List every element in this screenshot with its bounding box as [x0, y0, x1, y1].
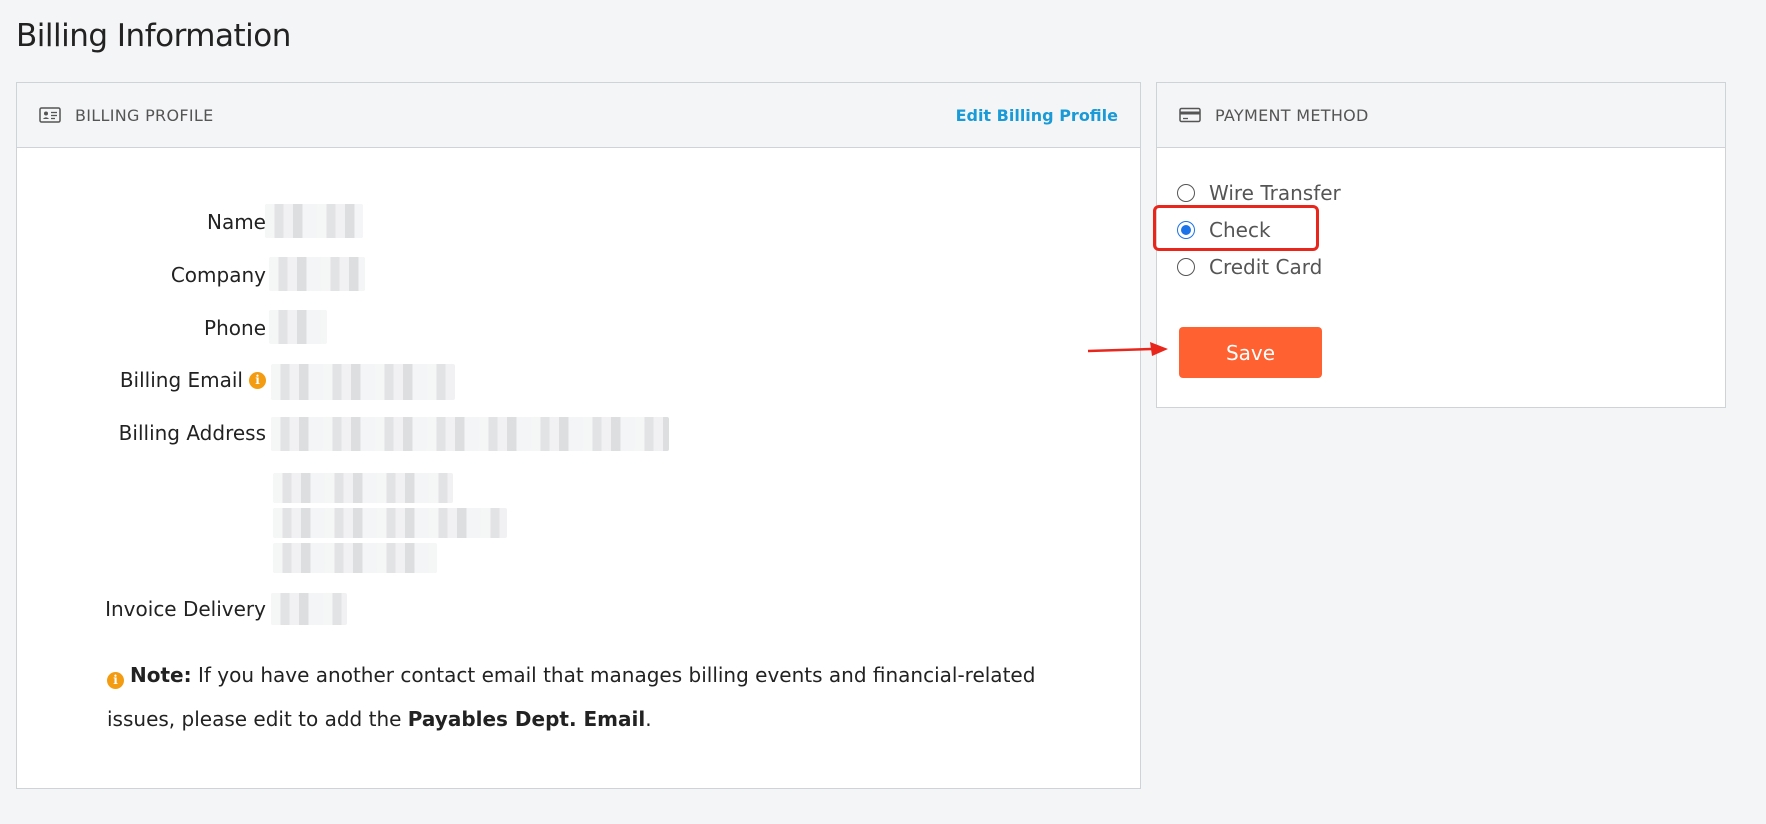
billing-address-label: Billing Address — [118, 421, 266, 445]
note-suffix: . — [645, 707, 652, 731]
invoice-delivery-label: Invoice Delivery — [105, 597, 266, 621]
radio-credit-card[interactable]: Credit Card — [1177, 255, 1322, 279]
radio-button[interactable] — [1177, 258, 1195, 276]
billing-profile-panel: BILLING PROFILE Edit Billing Profile Nam… — [16, 82, 1141, 789]
payment-method-panel: PAYMENT METHOD Wire Transfer Check Credi… — [1153, 82, 1726, 408]
credit-card-icon — [1179, 107, 1201, 123]
billing-profile-header: BILLING PROFILE Edit Billing Profile — [17, 83, 1140, 148]
billing-address-line-2-redacted — [273, 473, 453, 503]
note-prefix: Note: — [130, 663, 192, 687]
billing-profile-title: BILLING PROFILE — [75, 105, 214, 125]
billing-address-line-3-redacted — [273, 508, 507, 538]
company-label: Company — [170, 263, 266, 287]
billing-address-line-4-redacted — [273, 543, 437, 573]
name-value-redacted — [265, 204, 363, 238]
name-label: Name — [206, 210, 266, 234]
radio-check[interactable]: Check — [1177, 218, 1271, 242]
page-title: Billing Information — [16, 18, 291, 54]
note-info-icon: i — [107, 671, 124, 689]
billing-note: i Note: If you have another contact email… — [107, 653, 1107, 741]
phone-label: Phone — [204, 316, 266, 340]
radio-button-selected[interactable] — [1177, 221, 1195, 239]
radio-wire-transfer[interactable]: Wire Transfer — [1177, 181, 1341, 205]
billing-email-label: Billing Email i — [120, 368, 266, 392]
phone-value-redacted — [269, 310, 327, 344]
payment-method-header: PAYMENT METHOD — [1157, 83, 1725, 148]
id-card-icon — [39, 107, 61, 123]
edit-billing-profile-link[interactable]: Edit Billing Profile — [956, 106, 1118, 125]
save-button[interactable]: Save — [1179, 327, 1322, 378]
arrow-annotation-icon — [1088, 342, 1168, 356]
invoice-delivery-value-redacted — [271, 593, 347, 625]
payment-method-title: PAYMENT METHOD — [1215, 105, 1369, 125]
payables-email-emphasis: Payables Dept. Email — [407, 707, 646, 731]
radio-button[interactable] — [1177, 184, 1195, 202]
info-icon[interactable]: i — [249, 371, 266, 389]
billing-email-value-redacted — [271, 364, 455, 400]
billing-address-line-1-redacted — [271, 417, 669, 451]
company-value-redacted — [269, 257, 365, 291]
